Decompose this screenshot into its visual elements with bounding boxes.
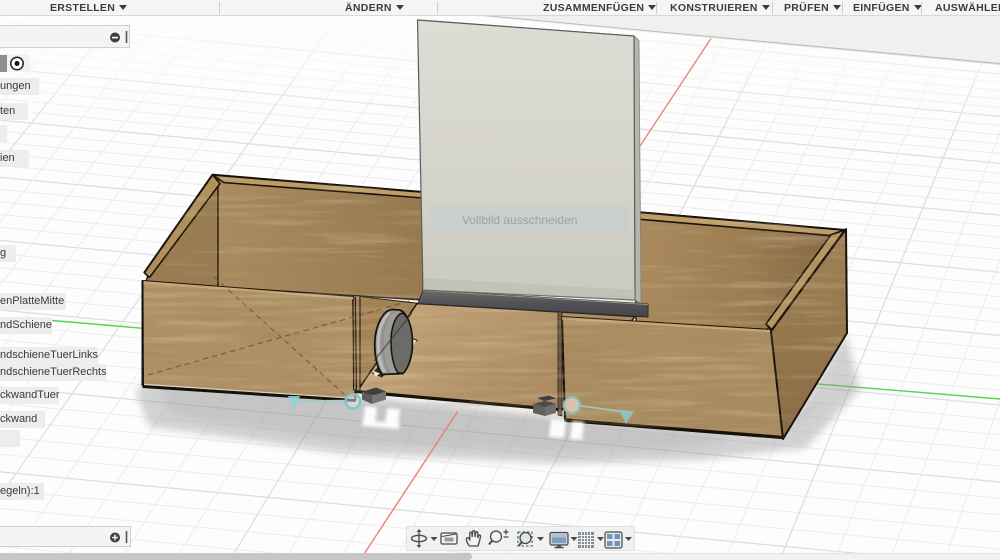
svg-text:Vollbild ausschneiden: Vollbild ausschneiden: [462, 213, 577, 227]
